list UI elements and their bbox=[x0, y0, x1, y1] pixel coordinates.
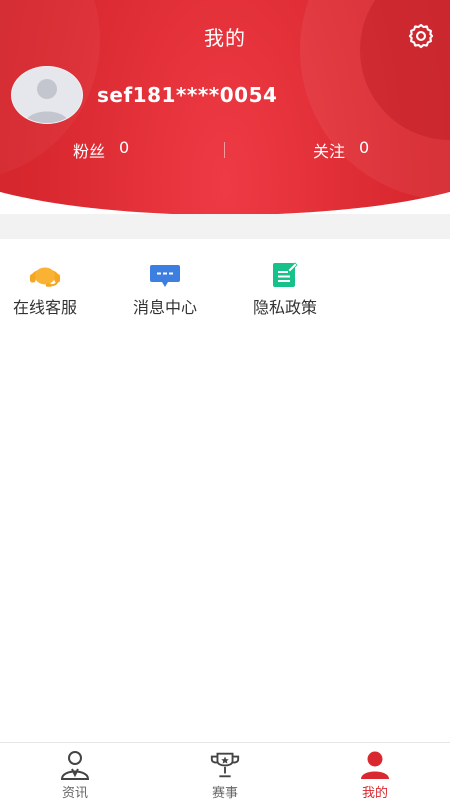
username: sef181****0054 bbox=[97, 83, 278, 107]
nav-label: 资讯 bbox=[61, 786, 88, 800]
nav-label: 我的 bbox=[361, 786, 388, 800]
fans-count: 0 bbox=[119, 138, 130, 157]
privacy-policy-item[interactable]: 隐私政策 bbox=[240, 262, 330, 318]
online-service-item[interactable]: 在线客服 bbox=[0, 262, 90, 318]
menu-item-label: 隐私政策 bbox=[252, 298, 317, 317]
document-icon bbox=[269, 262, 301, 288]
nav-item-news[interactable]: 资讯 bbox=[0, 743, 150, 800]
message-icon bbox=[149, 262, 181, 288]
message-center-item[interactable]: 消息中心 bbox=[120, 262, 210, 318]
user-icon bbox=[359, 750, 391, 780]
bottom-navigation: 资讯 赛事 我的 bbox=[0, 742, 450, 800]
profile-page: 我的 sef181****0054 粉丝 0 关注 0 在线客服 消息中心 隐私… bbox=[0, 0, 450, 800]
follow-stat[interactable]: 关注 0 bbox=[313, 138, 369, 162]
trophy-icon bbox=[209, 750, 241, 780]
default-avatar-icon bbox=[12, 67, 82, 123]
page-title: 我的 bbox=[204, 26, 246, 50]
gear-icon bbox=[408, 23, 434, 49]
follow-label: 关注 bbox=[313, 142, 346, 161]
fans-label: 粉丝 bbox=[73, 142, 106, 161]
news-person-icon bbox=[59, 750, 91, 780]
stats-divider bbox=[224, 142, 225, 158]
fans-stat[interactable]: 粉丝 0 bbox=[73, 138, 129, 162]
nav-item-mine[interactable]: 我的 bbox=[300, 743, 450, 800]
profile-stats: 粉丝 0 关注 0 bbox=[0, 138, 450, 164]
nav-item-matches[interactable]: 赛事 bbox=[150, 743, 300, 800]
profile-header: 我的 sef181****0054 粉丝 0 关注 0 bbox=[0, 0, 450, 220]
avatar[interactable] bbox=[11, 66, 83, 124]
nav-label: 赛事 bbox=[211, 786, 238, 800]
function-menu: 在线客服 消息中心 隐私政策 bbox=[0, 262, 450, 322]
menu-item-label: 消息中心 bbox=[132, 298, 197, 317]
menu-item-label: 在线客服 bbox=[12, 298, 77, 317]
follow-count: 0 bbox=[359, 138, 370, 157]
section-divider bbox=[0, 214, 450, 239]
settings-button[interactable] bbox=[406, 21, 436, 51]
headset-icon bbox=[29, 262, 61, 288]
